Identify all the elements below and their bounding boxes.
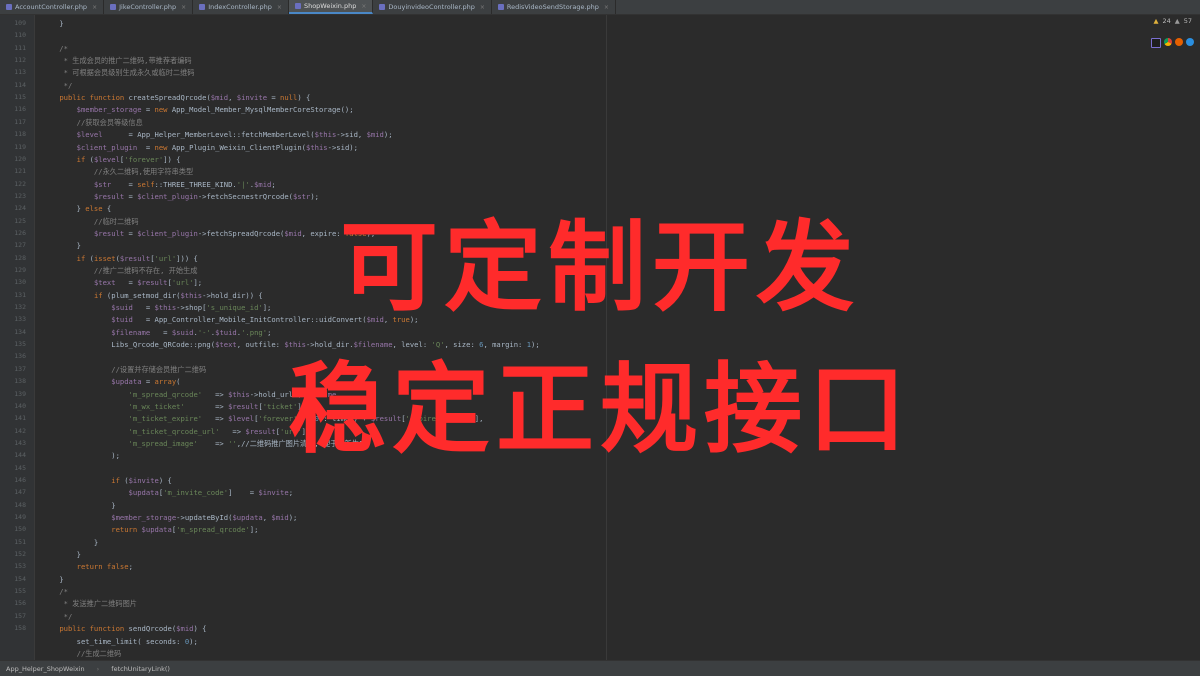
code-line[interactable]: $level = App_Helper_MemberLevel::fetchMe… [42, 130, 393, 139]
line-number: 117 [14, 117, 26, 126]
tab-label: ShopWeixin.php [303, 2, 357, 10]
line-number: 147 [14, 488, 26, 497]
code-line[interactable]: } [42, 501, 115, 510]
close-icon[interactable]: × [181, 4, 186, 11]
line-number: 149 [14, 513, 26, 521]
warning-count: 24 [1162, 17, 1171, 25]
line-number: 155 [14, 587, 26, 596]
line-number: 111 [14, 43, 26, 52]
code-line[interactable]: * 发送推广二维码图片 [42, 599, 137, 609]
tab-1[interactable]: JikeController.php × [104, 0, 194, 14]
line-number: 121 [14, 167, 26, 176]
edge-icon[interactable] [1186, 38, 1194, 46]
code-line[interactable]: } [42, 575, 63, 584]
code-line[interactable]: set_time_limit( seconds: 0); [42, 637, 198, 646]
warning-icon: ▲ [1153, 17, 1159, 25]
code-line[interactable]: } [42, 550, 81, 559]
code-line[interactable]: * 生成会员的推广二维码,带推荐者编码 [42, 56, 192, 66]
line-number: 146 [14, 475, 26, 484]
code-line[interactable]: * 可根据会员级别生成永久或临时二维码 [42, 68, 195, 78]
tab-3[interactable]: ShopWeixin.php × [288, 0, 374, 14]
tab-0[interactable]: AccountController.php × [0, 0, 105, 14]
code-line[interactable]: //永久二维码,使用字符串类型 [42, 167, 193, 177]
status-bar: App_Helper_ShopWeixin › fetchUnitaryLink… [0, 660, 1200, 676]
line-number: 154 [14, 574, 26, 583]
line-number: 115 [14, 93, 26, 102]
tab-label: JikeController.php [119, 3, 177, 11]
tab-5[interactable]: RedisVideoSendStorage.php × [492, 0, 616, 14]
code-line[interactable]: /* [42, 44, 68, 53]
line-number: 150 [14, 525, 26, 534]
code-line[interactable]: /* [42, 587, 68, 596]
chrome-icon[interactable] [1164, 38, 1172, 46]
php-file-icon [379, 4, 386, 10]
close-icon[interactable]: × [604, 4, 609, 11]
tab-label: IndexController.php [208, 3, 272, 11]
close-icon[interactable]: × [277, 4, 282, 11]
browser-preview-bar [1151, 38, 1194, 48]
firefox-icon[interactable] [1175, 38, 1183, 46]
php-file-icon [6, 4, 12, 10]
overlay-headline-2: 稳定正规接口 [287, 353, 912, 467]
tab-2[interactable]: IndexController.php × [193, 0, 289, 14]
line-number: 151 [14, 537, 26, 546]
tab-label: DouyinvideoController.php [388, 3, 475, 11]
line-number: 156 [14, 599, 26, 608]
tab-label: RedisVideoSendStorage.php [506, 3, 599, 11]
phpstorm-icon[interactable] [1151, 38, 1161, 48]
code-line[interactable]: public function sendQrcode($mid) { [42, 624, 206, 633]
inspection-widget[interactable]: ▲ 24 ▲ 57 [1153, 17, 1192, 25]
php-file-icon [110, 4, 117, 10]
code-line[interactable]: */ [42, 612, 73, 621]
code-line[interactable]: $client_plugin = new App_Plugin_Weixin_C… [42, 143, 358, 152]
code-line[interactable]: $member_storage->updateById($updata, $mi… [42, 513, 297, 522]
php-file-icon [294, 3, 301, 9]
tab-4[interactable]: DouyinvideoController.php × [373, 0, 492, 14]
line-number: 153 [14, 562, 26, 571]
line-number: 118 [14, 130, 26, 139]
tab-label: AccountController.php [15, 3, 88, 11]
code-line[interactable]: //生成二维码 [42, 649, 122, 659]
close-icon[interactable]: × [480, 4, 485, 11]
line-number: 119 [14, 142, 26, 151]
line-number: 113 [14, 68, 26, 77]
line-number: 157 [14, 611, 26, 620]
editor-tab-bar: AccountController.php × JikeController.php… [0, 0, 1200, 15]
code-line[interactable]: $updata['m_invite_code'] = $invite; [42, 488, 293, 497]
close-icon[interactable]: × [361, 3, 366, 10]
code-line[interactable]: */ [42, 81, 73, 90]
code-line[interactable]: if ($level['forever']) { [42, 155, 181, 164]
line-number: 120 [14, 154, 26, 163]
line-number: 116 [14, 105, 26, 114]
breadcrumb-method[interactable]: fetchUnitaryLink() [105, 665, 176, 673]
php-file-icon [497, 4, 504, 10]
breadcrumb-separator: › [96, 664, 100, 673]
close-icon[interactable]: × [92, 4, 97, 11]
line-number: 112 [14, 56, 26, 65]
line-number: 114 [14, 80, 26, 89]
code-line[interactable]: return false; [42, 562, 133, 571]
weak-warning-icon: ▲ [1174, 17, 1180, 25]
line-number: 158 [14, 624, 26, 633]
code-line[interactable]: } [42, 19, 63, 28]
code-line[interactable]: } [42, 538, 98, 547]
code-line[interactable]: return $updata['m_spread_qrcode']; [42, 525, 258, 534]
code-line[interactable]: //获取会员等级信息 [42, 118, 143, 128]
weak-warning-count: 57 [1183, 17, 1192, 25]
code-line[interactable]: $member_storage = new App_Model_Member_M… [42, 105, 354, 114]
line-number: 148 [14, 500, 26, 509]
code-line[interactable]: public function createSpreadQrcode($mid,… [42, 93, 310, 102]
breadcrumb-class[interactable]: App_Helper_ShopWeixin [0, 665, 91, 673]
line-number: 152 [14, 550, 26, 559]
line-number: 109 [14, 19, 26, 27]
php-file-icon [199, 4, 206, 10]
line-number: 110 [14, 31, 26, 40]
line-number: 122 [14, 179, 26, 188]
overlay-headline-1: 可定制开发 [339, 211, 860, 325]
code-line[interactable]: if ($invite) { [42, 476, 172, 485]
